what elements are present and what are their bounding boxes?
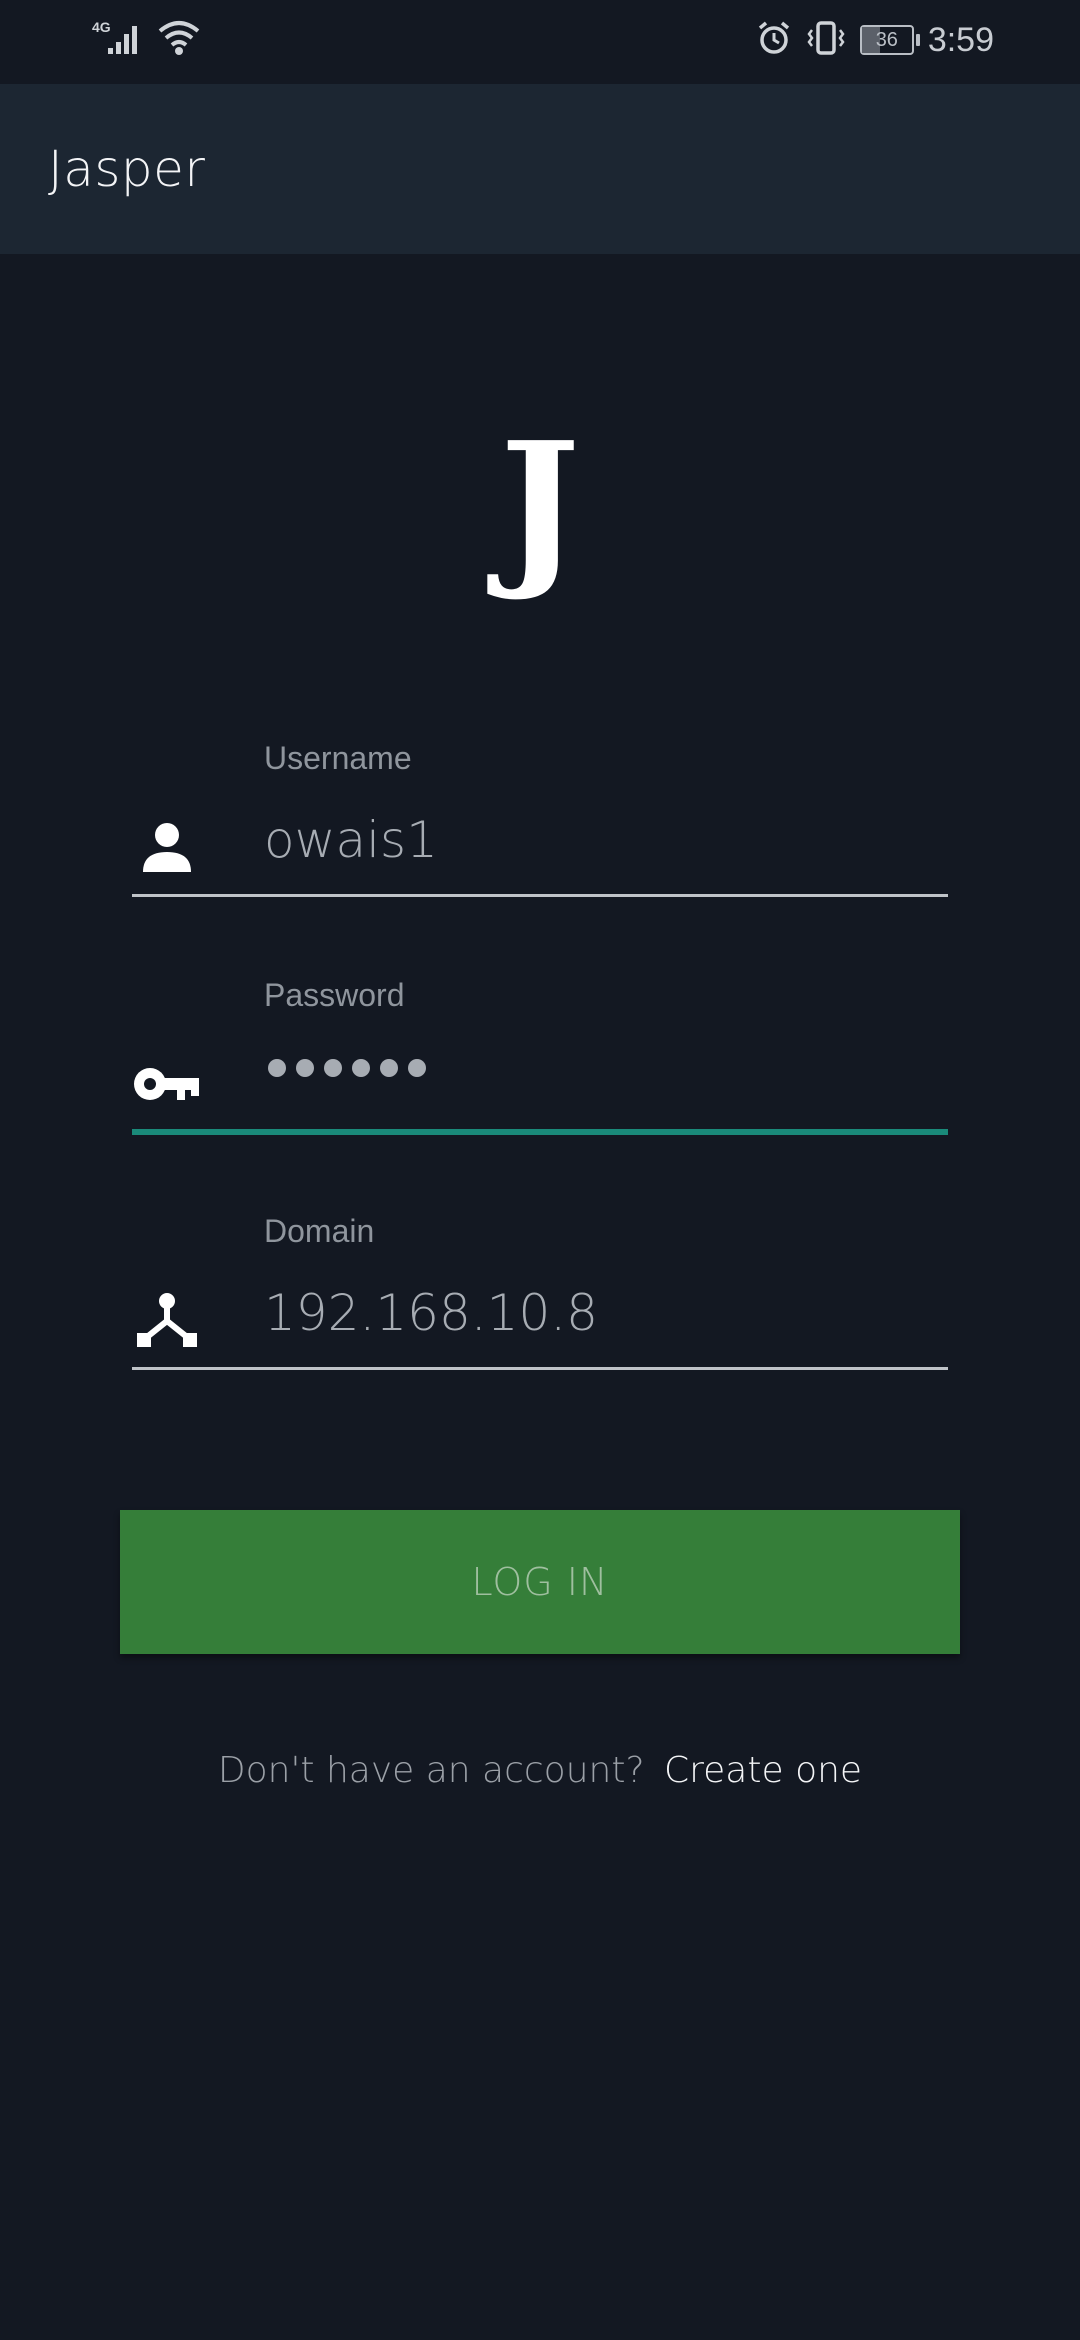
signup-row: Don't have an account? Create one (0, 1750, 1080, 1791)
app-bar: Jasper (0, 84, 1080, 254)
signal-icon: 4G (90, 18, 146, 62)
password-underline (132, 1129, 948, 1135)
signup-prompt: Don't have an account? (217, 1750, 645, 1791)
network-type-label: 4G (92, 19, 111, 35)
password-field: Password (132, 977, 948, 1137)
domain-underline (132, 1367, 948, 1370)
domain-field: Domain (132, 1213, 948, 1373)
username-field: Username (132, 740, 948, 900)
app-logo: J (490, 420, 590, 590)
password-dot (352, 1059, 370, 1077)
status-right: 36 3:59 (756, 20, 994, 60)
login-button[interactable]: LOG IN (120, 1510, 960, 1654)
key-icon (132, 1049, 202, 1119)
app-title: Jasper (48, 140, 206, 198)
status-time: 3:59 (927, 20, 994, 59)
vibrate-icon (806, 20, 846, 60)
password-dot (268, 1059, 286, 1077)
create-account-link[interactable]: Create one (664, 1750, 862, 1791)
battery-level: 36 (875, 28, 898, 51)
password-label: Password (264, 977, 405, 1013)
person-icon (132, 812, 202, 882)
alarm-icon (756, 20, 792, 60)
domain-label: Domain (264, 1213, 375, 1249)
password-dot (408, 1059, 426, 1077)
password-dot (324, 1059, 342, 1077)
status-bar: 4G 36 3:59 (0, 0, 1080, 84)
status-left: 4G (90, 18, 200, 62)
domain-input[interactable] (264, 1273, 924, 1353)
wifi-icon (158, 19, 200, 61)
logo-letter: J (499, 405, 581, 605)
password-dot (380, 1059, 398, 1077)
username-input[interactable] (264, 800, 924, 880)
network-icon (132, 1285, 202, 1355)
battery-icon: 36 (859, 25, 920, 55)
password-input[interactable] (268, 1059, 426, 1077)
password-dot (296, 1059, 314, 1077)
username-label: Username (264, 740, 412, 776)
username-underline (132, 894, 948, 897)
